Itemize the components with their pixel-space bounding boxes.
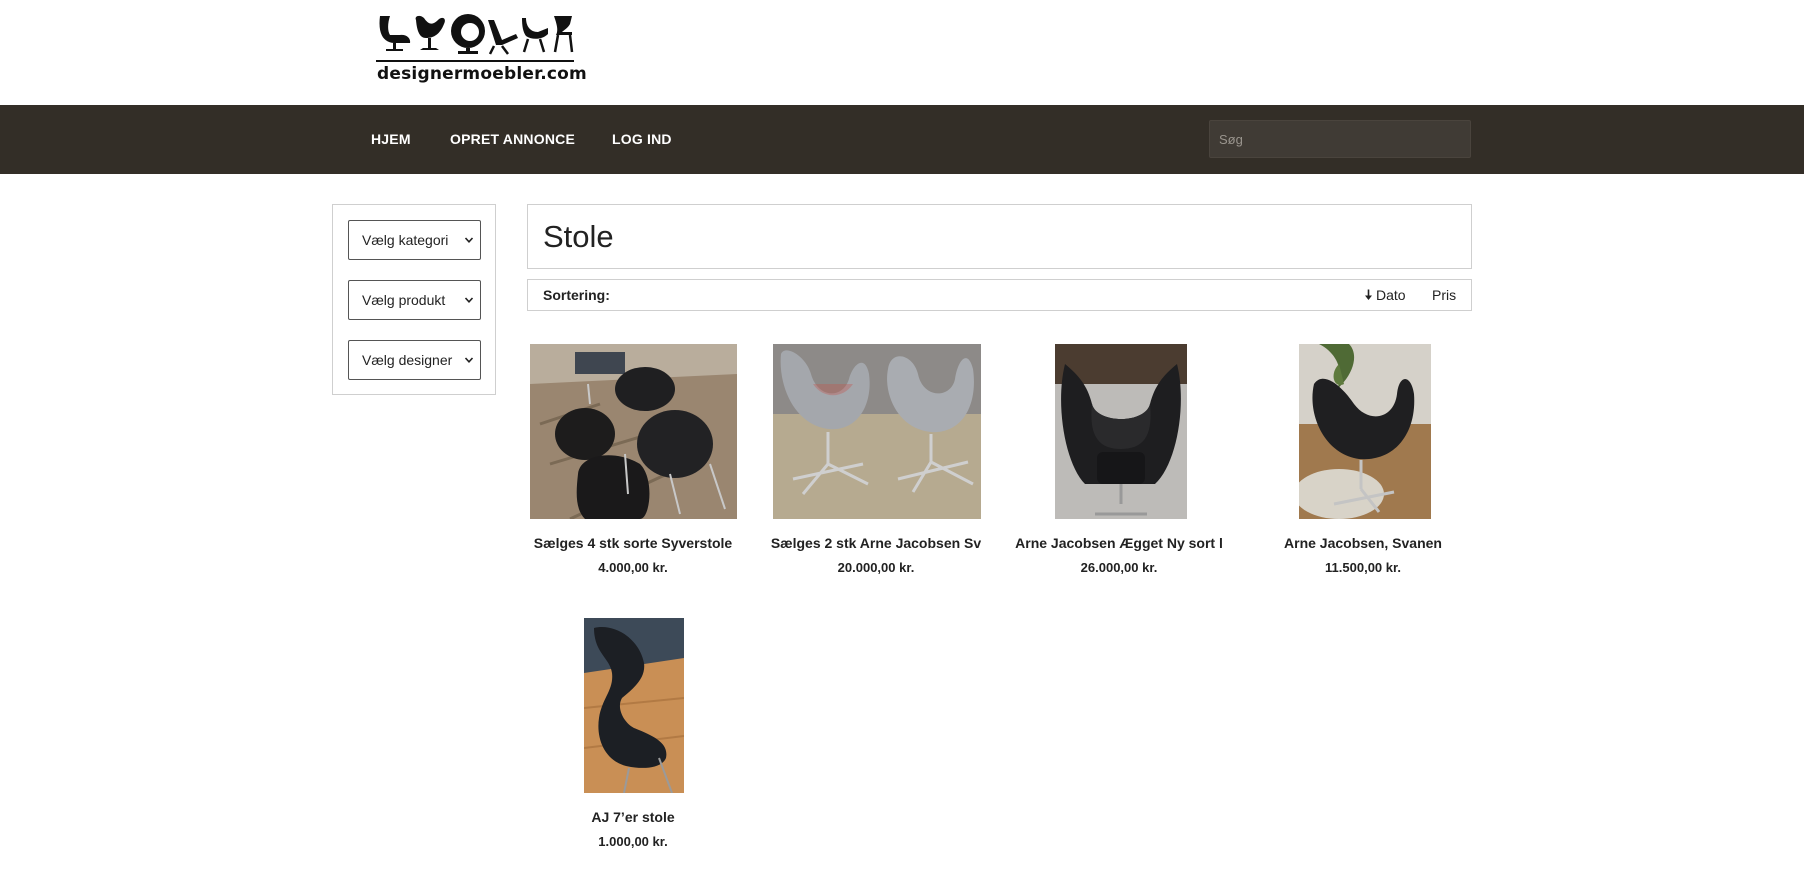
chevron-down-icon (464, 297, 474, 303)
product-card[interactable]: AJ 7’er stole 1.000,00 kr. (527, 618, 739, 849)
product-select[interactable]: Vælg produkt (348, 280, 481, 320)
logo-underline (376, 60, 574, 62)
chevron-down-icon (464, 237, 474, 243)
grey-swan-chairs-photo[interactable] (773, 344, 981, 519)
page-title-box: Stole (527, 204, 1472, 269)
product-title[interactable]: Arne Jacobsen, Svanen (1257, 534, 1469, 552)
sort-bar: Sortering: Dato Pris (527, 279, 1472, 311)
product-title[interactable]: Sælges 2 stk Arne Jacobsen Sv (770, 534, 982, 552)
site-logo[interactable]: designermoebler.com (376, 12, 587, 88)
chevron-down-icon (464, 357, 474, 363)
product-title[interactable]: AJ 7’er stole (527, 808, 739, 826)
sort-by-date-link[interactable]: Dato (1364, 280, 1406, 310)
product-title[interactable]: Arne Jacobsen Ægget Ny sort l (1013, 534, 1225, 552)
product-price: 4.000,00 kr. (598, 560, 668, 575)
product-card[interactable]: Sælges 2 stk Arne Jacobsen Sv 20.000,00 … (770, 344, 982, 575)
product-card[interactable]: Sælges 4 stk sorte Syverstole 4.000,00 k… (527, 344, 739, 575)
product-card[interactable]: Arne Jacobsen, Svanen 11.500,00 kr. (1257, 344, 1469, 575)
category-select[interactable]: Vælg kategori (348, 220, 481, 260)
black-7-chair-photo[interactable] (584, 618, 684, 793)
designer-select[interactable]: Vælg designer (348, 340, 481, 380)
filter-sidebar: Vælg kategori Vælg produkt Vælg designer (332, 204, 496, 395)
category-select-value: Vælg kategori (362, 232, 449, 248)
product-title[interactable]: Sælges 4 stk sorte Syverstole (527, 534, 739, 552)
arrow-down-icon (1365, 289, 1372, 300)
black-series-7-chairs-photo[interactable] (530, 344, 737, 519)
logo-text: designermoebler.com (377, 64, 587, 84)
page-title: Stole (543, 219, 614, 254)
product-card[interactable]: Arne Jacobsen Ægget Ny sort l 26.000,00 … (1013, 344, 1225, 575)
nav-login-link[interactable]: LOG IND (612, 105, 672, 174)
nav-create-listing-link[interactable]: OPRET ANNONCE (450, 105, 575, 174)
sort-date-label: Dato (1376, 287, 1406, 303)
product-select-value: Vælg produkt (362, 292, 446, 308)
search-input[interactable] (1209, 120, 1471, 158)
product-price: 20.000,00 kr. (837, 560, 915, 575)
product-price: 1.000,00 kr. (598, 834, 668, 849)
product-price: 26.000,00 kr. (1080, 560, 1158, 575)
site-header: designermoebler.com (0, 0, 1804, 104)
black-egg-chair-photo[interactable] (1055, 344, 1187, 519)
main-navbar: HJEM OPRET ANNONCE LOG IND (0, 105, 1804, 174)
designer-select-value: Vælg designer (362, 352, 453, 368)
nav-home-link[interactable]: HJEM (371, 105, 411, 174)
logo-chairs-icon (379, 14, 574, 55)
black-swan-chair-photo[interactable] (1299, 344, 1431, 519)
sort-by-price-link[interactable]: Pris (1432, 280, 1456, 310)
product-price: 11.500,00 kr. (1325, 560, 1401, 575)
sort-label: Sortering: (543, 287, 610, 303)
